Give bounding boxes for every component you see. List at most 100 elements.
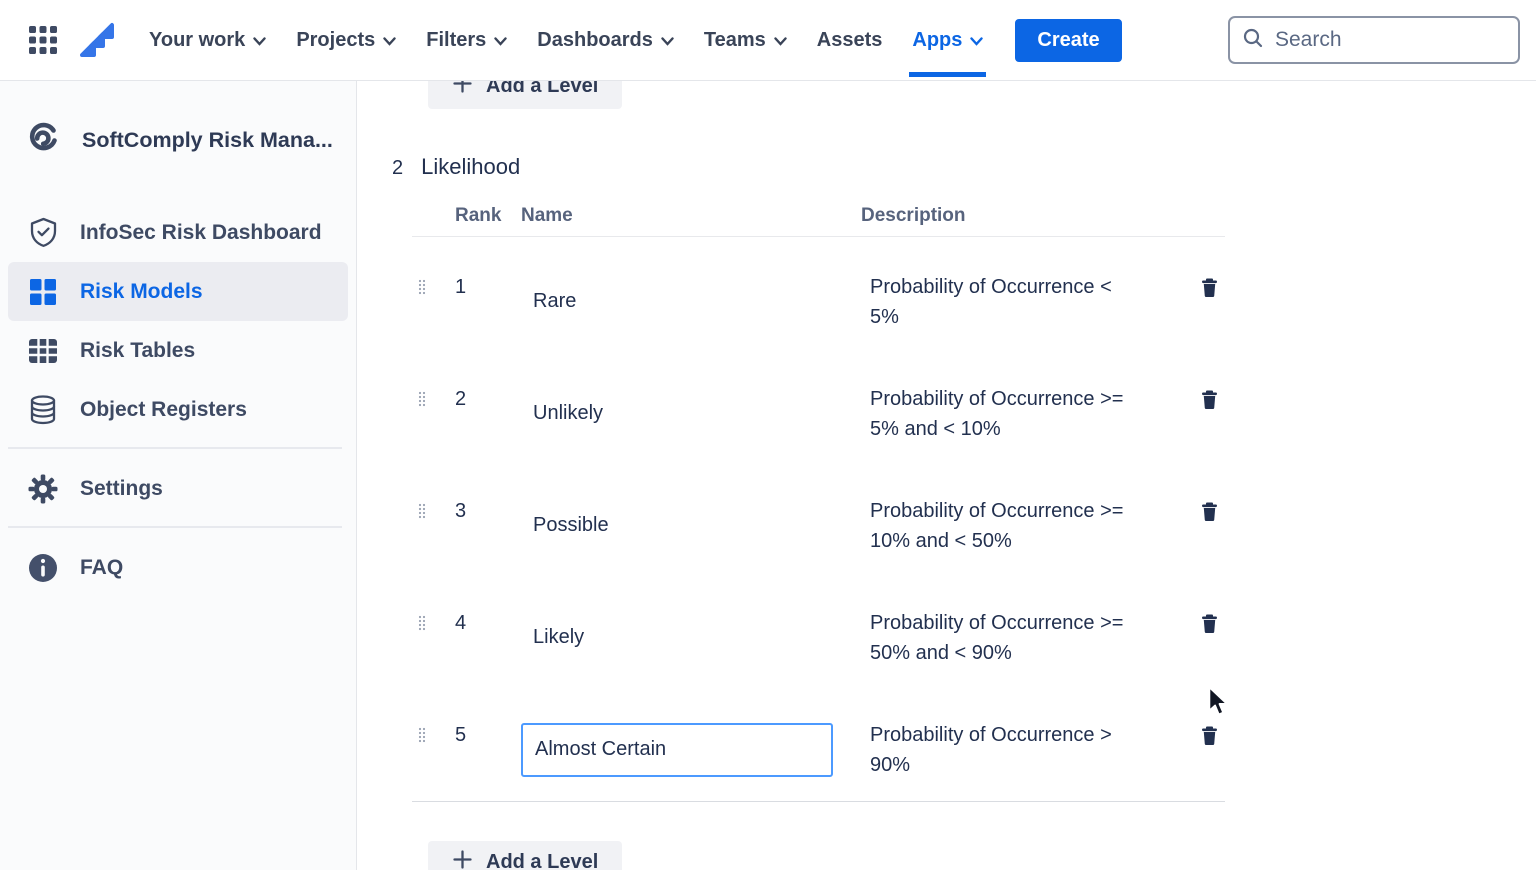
jira-logo-icon[interactable] [79,22,115,58]
delete-row-button[interactable] [1201,502,1225,526]
top-nav-bar: Your work Projects Filters Dashboards Te… [0,0,1536,81]
table-body: 1 Rare Probability of Occurrence < 5% 2 … [412,237,1225,801]
row-name[interactable]: Likely [521,626,861,649]
nav-label: Assets [816,28,883,51]
row-rank: 5 [455,723,467,746]
search-icon [1242,27,1264,54]
softcomply-logo-icon [24,119,62,162]
grid-2x2-icon [28,278,58,306]
row-description[interactable]: Probability of Occurrence >= 50% and < 9… [861,608,1142,668]
nav-your-work[interactable]: Your work [149,0,267,80]
gear-icon [28,474,58,504]
nav-label: Your work [149,28,246,51]
section-number: 2 [392,156,404,179]
delete-row-button[interactable] [1201,390,1225,414]
nav-filters[interactable]: Filters [426,0,507,80]
create-button[interactable]: Create [1015,18,1122,62]
app-home[interactable]: SoftComply Risk Mana... [0,107,356,173]
drag-handle-icon[interactable] [412,503,455,524]
primary-nav: Your work Projects Filters Dashboards Te… [149,0,987,80]
row-name[interactable]: Unlikely [521,402,861,425]
sidebar-item-label: Risk Models [80,279,203,303]
row-description[interactable]: Probability of Occurrence < 5% [861,272,1142,332]
row-name-cell [521,722,861,777]
add-level-button[interactable]: Add a Level [428,840,623,870]
main-content: Add a Level 2 Likelihood Rank Name Descr… [357,81,1536,870]
row-name[interactable]: Rare [521,290,861,313]
table-row: 4 Likely Probability of Occurrence >= 50… [412,582,1225,694]
nav-label: Dashboards [537,28,653,51]
nav-projects[interactable]: Projects [296,0,396,80]
table-icon [28,338,58,364]
info-icon [28,553,58,583]
table-header-row: Rank Name Description [412,205,1225,237]
table-row: 2 Unlikely Probability of Occurrence >= … [412,358,1225,470]
delete-row-button[interactable] [1201,278,1225,302]
nav-label: Apps [912,28,963,51]
add-level-button-top[interactable]: Add a Level [428,81,623,109]
search-input[interactable] [1275,28,1506,52]
row-rank: 3 [455,499,467,522]
column-header-rank: Rank [455,204,502,226]
sidebar-item-object-registers[interactable]: Object Registers [8,380,348,439]
app-title: SoftComply Risk Mana... [82,127,333,152]
sidebar-item-settings[interactable]: Settings [8,459,348,518]
row-rank: 2 [455,387,467,410]
nav-apps[interactable]: Apps [909,0,987,80]
row-description[interactable]: Probability of Occurrence >= 10% and < 5… [861,496,1142,556]
nav-dashboards[interactable]: Dashboards [537,0,674,80]
drag-handle-icon[interactable] [412,727,455,748]
column-header-name: Name [521,204,573,226]
sidebar: SoftComply Risk Mana... InfoSec Risk Das… [0,81,357,870]
chevron-down-icon [661,37,674,46]
global-search[interactable] [1228,16,1520,64]
sidebar-item-risk-models[interactable]: Risk Models [8,262,348,321]
sidebar-item-infosec-risk-dashboard[interactable]: InfoSec Risk Dashboard [8,203,348,262]
chevron-down-icon [383,37,396,46]
plus-icon [452,81,473,100]
sidebar-item-label: Object Registers [80,397,247,421]
plus-icon [452,849,473,870]
sidebar-item-risk-tables[interactable]: Risk Tables [8,321,348,380]
sidebar-item-label: InfoSec Risk Dashboard [80,220,322,244]
delete-row-button[interactable] [1201,614,1225,638]
drag-handle-icon[interactable] [412,391,455,412]
sidebar-item-label: Settings [80,476,163,500]
row-name[interactable]: Possible [521,514,861,537]
table-row: 1 Rare Probability of Occurrence < 5% [412,246,1225,358]
row-description[interactable]: Probability of Occurrence >= 5% and < 10… [861,384,1142,444]
column-header-description: Description [861,204,966,226]
sidebar-item-label: Risk Tables [80,338,196,362]
row-rank: 1 [455,275,467,298]
app-switcher-icon[interactable] [28,25,58,55]
delete-row-button[interactable] [1201,726,1225,750]
nav-assets[interactable]: Assets [817,0,883,80]
nav-label: Teams [703,28,766,51]
table-row-editing: 5 Probability of Occurrence > 90% [412,694,1225,801]
row-rank: 4 [455,611,467,634]
drag-handle-icon[interactable] [412,615,455,636]
drag-handle-icon[interactable] [412,279,455,300]
button-label: Add a Level [486,851,599,870]
nav-label: Projects [296,28,376,51]
sidebar-divider [8,526,342,528]
chevron-down-icon [774,37,787,46]
sidebar-divider [8,447,342,449]
row-description[interactable]: Probability of Occurrence > 90% [861,720,1142,780]
row-name-input[interactable] [521,722,833,777]
button-label: Add a Level [486,81,599,97]
sidebar-item-faq[interactable]: FAQ [8,538,348,597]
shield-check-icon [28,217,58,248]
section-title: Likelihood [421,153,521,179]
section-heading: 2 Likelihood [392,153,1536,182]
chevron-down-icon [970,37,984,46]
nav-teams[interactable]: Teams [704,0,787,80]
database-icon [28,394,58,425]
chevron-down-icon [253,37,267,46]
likelihood-table: Rank Name Description 1 Rare Probability… [412,205,1225,801]
nav-label: Filters [426,28,487,51]
chevron-down-icon [494,37,507,46]
table-bottom-divider [412,800,1225,802]
sidebar-item-label: FAQ [80,555,124,579]
table-row: 3 Possible Probability of Occurrence >= … [412,470,1225,582]
